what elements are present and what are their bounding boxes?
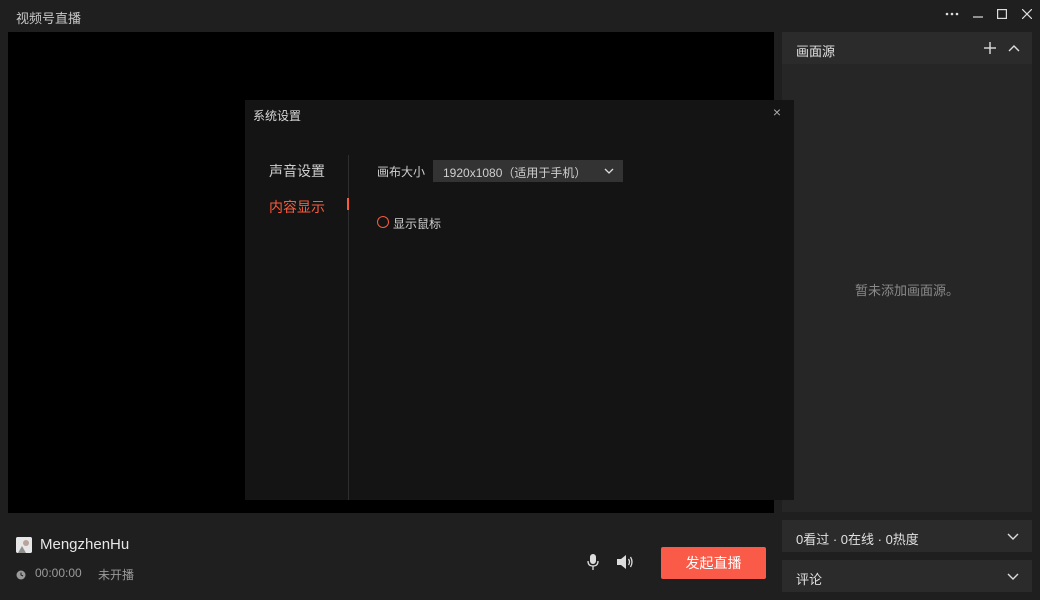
collapse-icon[interactable] [1007, 41, 1021, 55]
app-title: 视频号直播 [16, 11, 82, 26]
nav-active-indicator [347, 198, 349, 210]
comments-label: 评论 [796, 572, 823, 587]
show-cursor-radio[interactable] [377, 216, 389, 228]
canvas-size-value: 1920x1080（适用于手机） [443, 166, 587, 180]
minimize-icon[interactable] [967, 4, 989, 24]
microphone-icon[interactable] [585, 553, 601, 571]
chevron-down-icon [603, 165, 615, 177]
start-live-button[interactable]: 发起直播 [661, 547, 766, 579]
source-title: 画面源 [796, 44, 836, 59]
add-source-icon[interactable] [983, 41, 997, 55]
live-status: 未开播 [98, 568, 135, 582]
speaker-icon[interactable] [615, 553, 635, 571]
more-icon[interactable] [941, 4, 963, 24]
close-icon[interactable] [1016, 4, 1038, 24]
username: MengzhenHu [40, 536, 130, 553]
source-panel: 画面源 暂未添加画面源。 [782, 32, 1032, 512]
dialog-close-icon[interactable]: × [770, 105, 784, 119]
canvas-size-select[interactable]: 1920x1080（适用于手机） [433, 160, 623, 182]
stats-text: 0看过 · 0在线 · 0热度 [796, 532, 919, 547]
nav-item-audio[interactable]: 声音设置 [269, 161, 325, 181]
dialog-title: 系统设置 [253, 109, 302, 123]
clock-icon [16, 568, 26, 580]
maximize-icon[interactable] [991, 4, 1013, 24]
avatar [16, 537, 32, 553]
empty-source-text: 暂未添加画面源。 [854, 283, 959, 298]
title-bar: 视频号直播 [0, 0, 1040, 30]
chevron-down-icon [1006, 569, 1020, 583]
comments-dropdown[interactable]: 评论 [782, 560, 1032, 592]
settings-dialog: 系统设置 × 声音设置 内容显示 画布大小 1920x1080（适用于手机） 显… [245, 100, 794, 500]
canvas-size-label: 画布大小 [377, 165, 426, 179]
show-cursor-label: 显示鼠标 [393, 217, 442, 231]
chevron-down-icon [1006, 529, 1020, 543]
live-duration: 00:00:00 [35, 566, 82, 580]
nav-item-content-display[interactable]: 内容显示 [269, 197, 325, 217]
stats-dropdown[interactable]: 0看过 · 0在线 · 0热度 [782, 520, 1032, 552]
source-header: 画面源 [782, 32, 1032, 64]
